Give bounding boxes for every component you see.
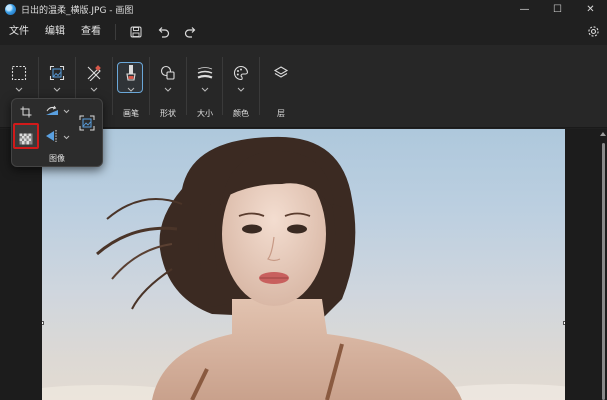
- window-title: 日出的温柔_横版.JPG - 画图: [21, 5, 134, 16]
- chevron-down-icon: [163, 85, 173, 93]
- toolbar-divider: [112, 57, 113, 115]
- title-bar: 日出的温柔_横版.JPG - 画图 — ☐ ✕: [0, 0, 607, 18]
- toolbar-divider: [222, 57, 223, 115]
- resize-icon[interactable]: [78, 114, 96, 132]
- undo-icon[interactable]: [151, 21, 175, 43]
- remove-background-button[interactable]: [13, 123, 39, 149]
- resize-handle[interactable]: [42, 321, 44, 325]
- size-tool[interactable]: 大小: [188, 45, 222, 128]
- toolbar-divider: [149, 57, 150, 115]
- portrait-photo: [42, 136, 565, 400]
- rotate-icon[interactable]: [43, 102, 61, 120]
- minimize-button[interactable]: —: [508, 0, 541, 18]
- stroke-size-icon: [195, 63, 215, 83]
- chevron-down-icon: [200, 85, 210, 93]
- palette-icon: [231, 63, 251, 83]
- pencil-eraser-icon: [84, 63, 104, 83]
- layers-tool[interactable]: 层: [264, 45, 298, 128]
- crop-icon[interactable]: [17, 103, 35, 121]
- shapes-icon: [158, 63, 178, 83]
- chevron-down-icon: [52, 85, 62, 93]
- image-panel-label: 图像: [49, 154, 65, 163]
- paint-app-icon: [5, 3, 16, 15]
- image-frame-icon: [47, 63, 67, 83]
- chevron-down-icon[interactable]: [62, 133, 70, 141]
- scrollbar-thumb[interactable]: [602, 143, 605, 400]
- layers-icon: [271, 63, 291, 83]
- colors-tool[interactable]: 颜色: [224, 45, 258, 128]
- menu-divider: [115, 23, 116, 40]
- canvas-image[interactable]: [42, 129, 565, 400]
- menu-edit[interactable]: 编辑: [37, 21, 73, 43]
- toolbar-divider: [259, 57, 260, 115]
- toolbar-divider: [186, 57, 187, 115]
- resize-handle[interactable]: [563, 321, 565, 325]
- flip-icon[interactable]: [43, 127, 61, 145]
- menu-view[interactable]: 查看: [73, 21, 109, 43]
- vertical-scrollbar[interactable]: [599, 129, 607, 400]
- chevron-down-icon: [236, 85, 246, 93]
- window-controls: — ☐ ✕: [508, 0, 607, 18]
- chevron-down-icon[interactable]: [62, 107, 70, 115]
- layers-label: 层: [277, 109, 285, 118]
- maximize-button[interactable]: ☐: [541, 0, 574, 18]
- chevron-down-icon: [89, 85, 99, 93]
- brushes-tool[interactable]: 画笔: [114, 45, 148, 128]
- shapes-tool[interactable]: 形状: [151, 45, 185, 128]
- gear-icon[interactable]: [585, 23, 601, 39]
- redo-icon[interactable]: [178, 21, 202, 43]
- scroll-up-icon[interactable]: [600, 132, 606, 136]
- image-dropdown-panel: 图像: [11, 98, 103, 167]
- dashed-square-icon: [9, 63, 29, 83]
- menu-file[interactable]: 文件: [1, 21, 37, 43]
- chevron-down-icon: [14, 85, 24, 93]
- chevron-down-icon: [126, 85, 136, 93]
- save-icon[interactable]: [124, 21, 148, 43]
- brush-icon: [121, 63, 141, 83]
- menu-bar: 文件 编辑 查看: [0, 18, 607, 45]
- remove-background-icon: [19, 130, 33, 145]
- close-button[interactable]: ✕: [574, 0, 607, 18]
